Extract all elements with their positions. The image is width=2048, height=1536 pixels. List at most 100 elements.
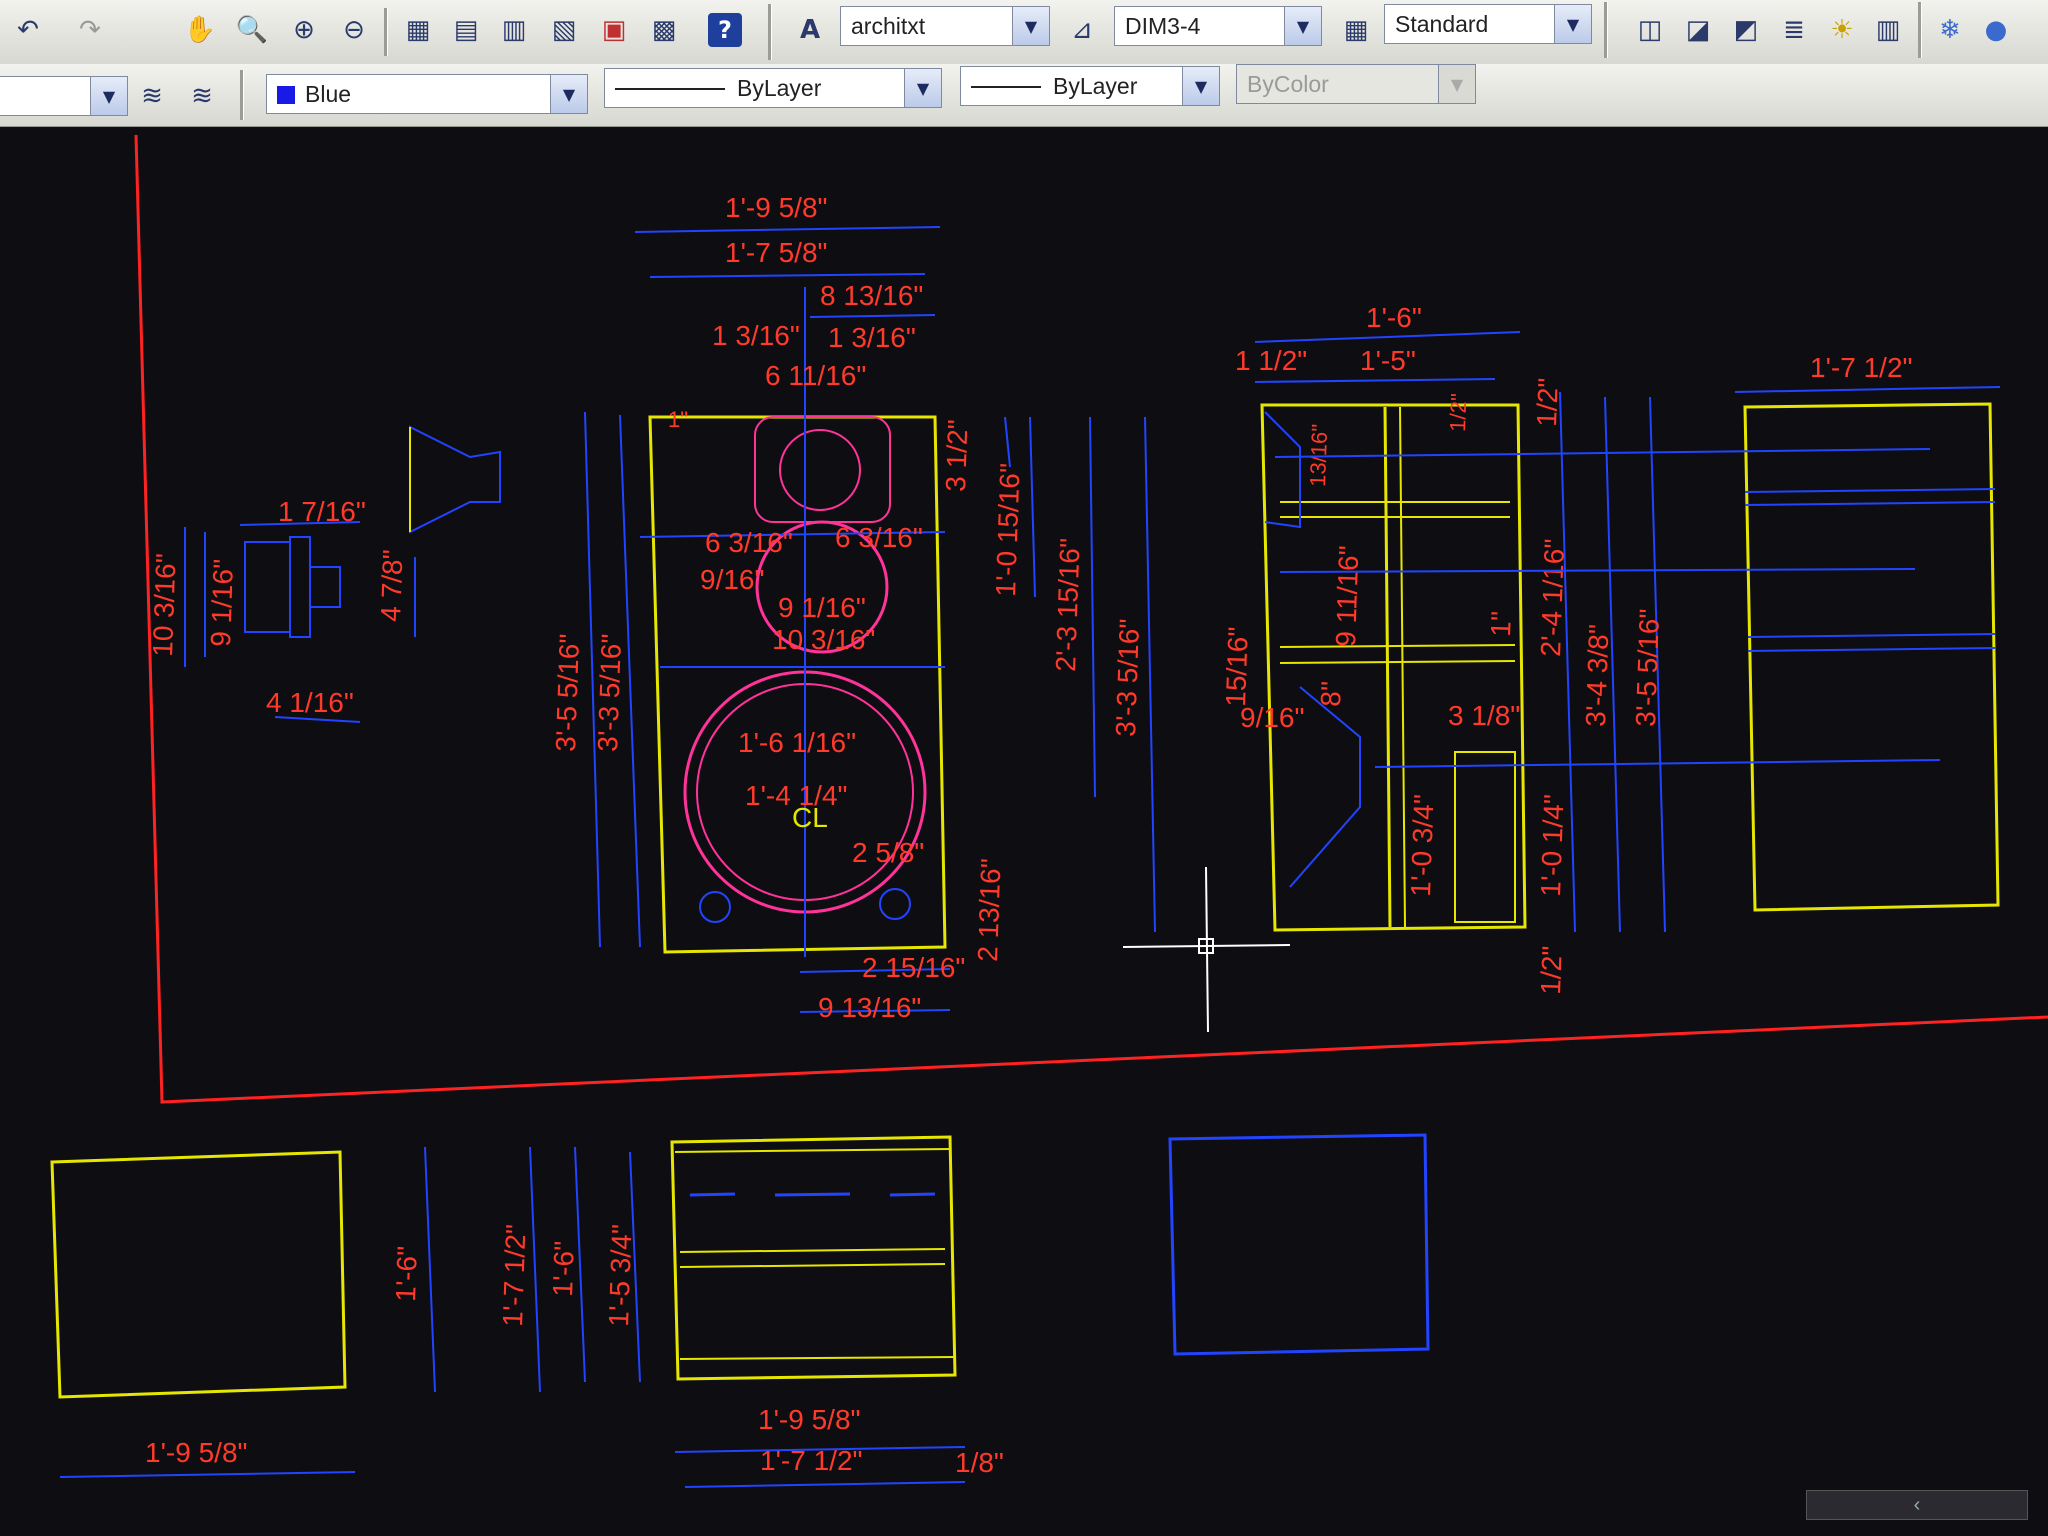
dim-text: 10 3/16" <box>772 624 875 655</box>
dim-text: 13/16" <box>1305 423 1332 487</box>
properties-icon[interactable]: ▦ <box>398 10 438 50</box>
plan-square <box>1168 1133 1430 1356</box>
layer-merge-icon[interactable]: ▥ <box>1868 10 1908 50</box>
dim-text: 2'-3 15/16" <box>1050 538 1086 673</box>
driver-outline <box>244 541 291 633</box>
table-style-select[interactable]: Standard ▼ <box>1384 4 1592 44</box>
layer-walk-icon[interactable]: ≣ <box>1774 10 1814 50</box>
panel-line <box>679 1248 946 1253</box>
shelf <box>1279 660 1516 664</box>
layer-select[interactable]: ▼ <box>0 76 128 116</box>
color-value: Blue <box>305 80 352 107</box>
dim-text: 15/16" <box>1220 626 1254 707</box>
port-left <box>699 891 731 923</box>
center-line-label: CL <box>792 802 828 833</box>
toolbar-separator <box>240 70 244 120</box>
dim-style-icon[interactable]: ⊿ <box>1062 10 1102 50</box>
dim-text: 2 13/16" <box>972 858 1007 962</box>
plotstyle-select: ByColor ▼ <box>1236 64 1476 104</box>
toolbar-separator <box>1918 2 1922 58</box>
dim-text: 1/2" <box>1535 945 1568 995</box>
dim-text: 1'-5 3/4" <box>603 1224 638 1327</box>
rear-line <box>1747 647 1996 652</box>
dim-text: 1'-7 1/2" <box>760 1445 862 1476</box>
plotstyle-value: ByColor <box>1247 70 1329 97</box>
layer-state-icon[interactable]: ◩ <box>1726 10 1766 50</box>
undo-icon[interactable]: ↶ <box>8 10 48 50</box>
shelf <box>1279 644 1516 648</box>
dim-text: 4 7/8" <box>375 549 409 622</box>
layer-manager-icon[interactable]: ◫ <box>1630 10 1670 50</box>
drawing-area[interactable]: 1 7/16" 10 3/16" 9 1/16" 4 7/8" 4 1/16" … <box>0 127 2048 1536</box>
chevron-down-icon[interactable]: ▼ <box>550 75 587 113</box>
side-panel <box>1399 406 1406 928</box>
chevron-down-icon[interactable]: ▼ <box>1284 7 1321 45</box>
redo-icon[interactable]: ↷ <box>70 10 110 50</box>
pan-icon[interactable]: ✋ <box>180 10 220 50</box>
rear-line <box>1744 488 1996 493</box>
bottom-view-3 <box>1168 1133 1430 1356</box>
zoom-realtime-icon[interactable]: 🔍 <box>232 10 272 50</box>
port-right <box>879 888 911 920</box>
dim-style-value: DIM3-4 <box>1125 12 1201 39</box>
standard-toolbar: ↶ ↷ ✋ 🔍 ⊕ ⊖ ▦ ▤ ▥ ▧ ▣ ▩ ? A architxt ▼ ⊿… <box>0 0 2048 65</box>
dim-style-select[interactable]: DIM3-4 ▼ <box>1114 6 1322 46</box>
dim-text: 1'-6" <box>547 1240 580 1297</box>
dim-text: 3 1/2" <box>940 419 974 492</box>
zoom-window-icon[interactable]: ⊕ <box>284 10 324 50</box>
freeze-icon[interactable]: ❄ <box>1930 10 1970 50</box>
dim-text: 1 7/16" <box>278 496 366 527</box>
dim-text: 9 1/16" <box>205 558 239 647</box>
chevron-down-icon[interactable]: ▼ <box>1554 5 1591 43</box>
text-style-icon[interactable]: A <box>790 10 830 50</box>
color-select[interactable]: Blue ▼ <box>266 74 588 114</box>
color-swatch <box>277 86 295 105</box>
chevron-down-icon[interactable]: ▼ <box>1182 67 1219 105</box>
dim-line <box>1254 331 1521 343</box>
sheet-set-icon[interactable]: ▧ <box>544 10 584 50</box>
front-elevation: 1'-9 5/8" 1'-7 5/8" 8 13/16" 1 3/16" 1 3… <box>550 192 1156 1023</box>
tweeter-horn <box>754 416 891 523</box>
bottom-view-2: 1'-7 1/2" 1'-6" 1'-5 3/4" 1'-9 5/8" 1'-7… <box>497 1135 1004 1488</box>
dim-text: 3'-4 3/8" <box>1580 624 1615 727</box>
layer-previous-icon[interactable]: ◪ <box>1678 10 1718 50</box>
properties-toolbar: ▼ ≋ ≋ Blue ▼ ByLayer ▼ ByLayer ▼ ByColor… <box>0 64 2048 127</box>
chevron-down-icon[interactable]: ▼ <box>90 77 127 115</box>
drawing-canvas[interactable]: 1 7/16" 10 3/16" 9 1/16" 4 7/8" 4 1/16" … <box>0 127 2048 1536</box>
linetype-select[interactable]: ByLayer ▼ <box>604 68 942 108</box>
lightbulb-icon[interactable]: ● <box>1976 10 2016 50</box>
table-style-icon[interactable]: ▦ <box>1336 10 1376 50</box>
chevron-left-icon[interactable]: ‹ <box>1914 1494 1921 1517</box>
toolbar-separator <box>768 4 772 60</box>
chevron-down-icon[interactable]: ▼ <box>904 69 941 107</box>
dim-text: 9 1/16" <box>778 592 866 623</box>
design-center-icon[interactable]: ▤ <box>446 10 486 50</box>
bottom-view-1: 1'-9 5/8" 1'-6" <box>50 1146 436 1478</box>
lineweight-select[interactable]: ByLayer ▼ <box>960 66 1220 106</box>
markup-icon[interactable]: ▣ <box>594 10 634 50</box>
table-style-value: Standard <box>1395 10 1489 37</box>
zoom-previous-icon[interactable]: ⊖ <box>334 10 374 50</box>
toolbar-separator <box>1604 2 1608 58</box>
chevron-down-icon[interactable]: ▼ <box>1012 7 1049 45</box>
calculator-icon[interactable]: ▩ <box>644 10 684 50</box>
dim-text: 8" <box>1315 681 1347 708</box>
dim-line <box>634 226 941 233</box>
help-icon[interactable]: ? <box>708 13 742 47</box>
horizontal-scrollbar[interactable]: ‹ <box>1806 1490 2028 1520</box>
dim-text: 1'-6" <box>390 1245 423 1302</box>
dim-line <box>1734 386 2001 393</box>
layer-isolate-icon[interactable]: ☀ <box>1822 10 1862 50</box>
dim-line <box>1004 416 1011 468</box>
text-style-select[interactable]: architxt ▼ <box>840 6 1050 46</box>
rear-line <box>1747 633 1996 638</box>
dim-text: 2 15/16" <box>862 952 965 983</box>
side-section: 1'-6" 1'-5" 1 1/2" 13/16" 9 11/16" 15/16… <box>1220 302 1666 995</box>
dim-text: 1'-5" <box>1360 345 1416 376</box>
make-current-layer-icon[interactable]: ≋ <box>132 76 172 116</box>
lineweight-sample <box>971 86 1041 89</box>
side-outline <box>1260 403 1527 932</box>
driver-magnet <box>309 566 341 608</box>
tool-palettes-icon[interactable]: ▥ <box>494 10 534 50</box>
layer-previous-icon[interactable]: ≋ <box>182 76 222 116</box>
